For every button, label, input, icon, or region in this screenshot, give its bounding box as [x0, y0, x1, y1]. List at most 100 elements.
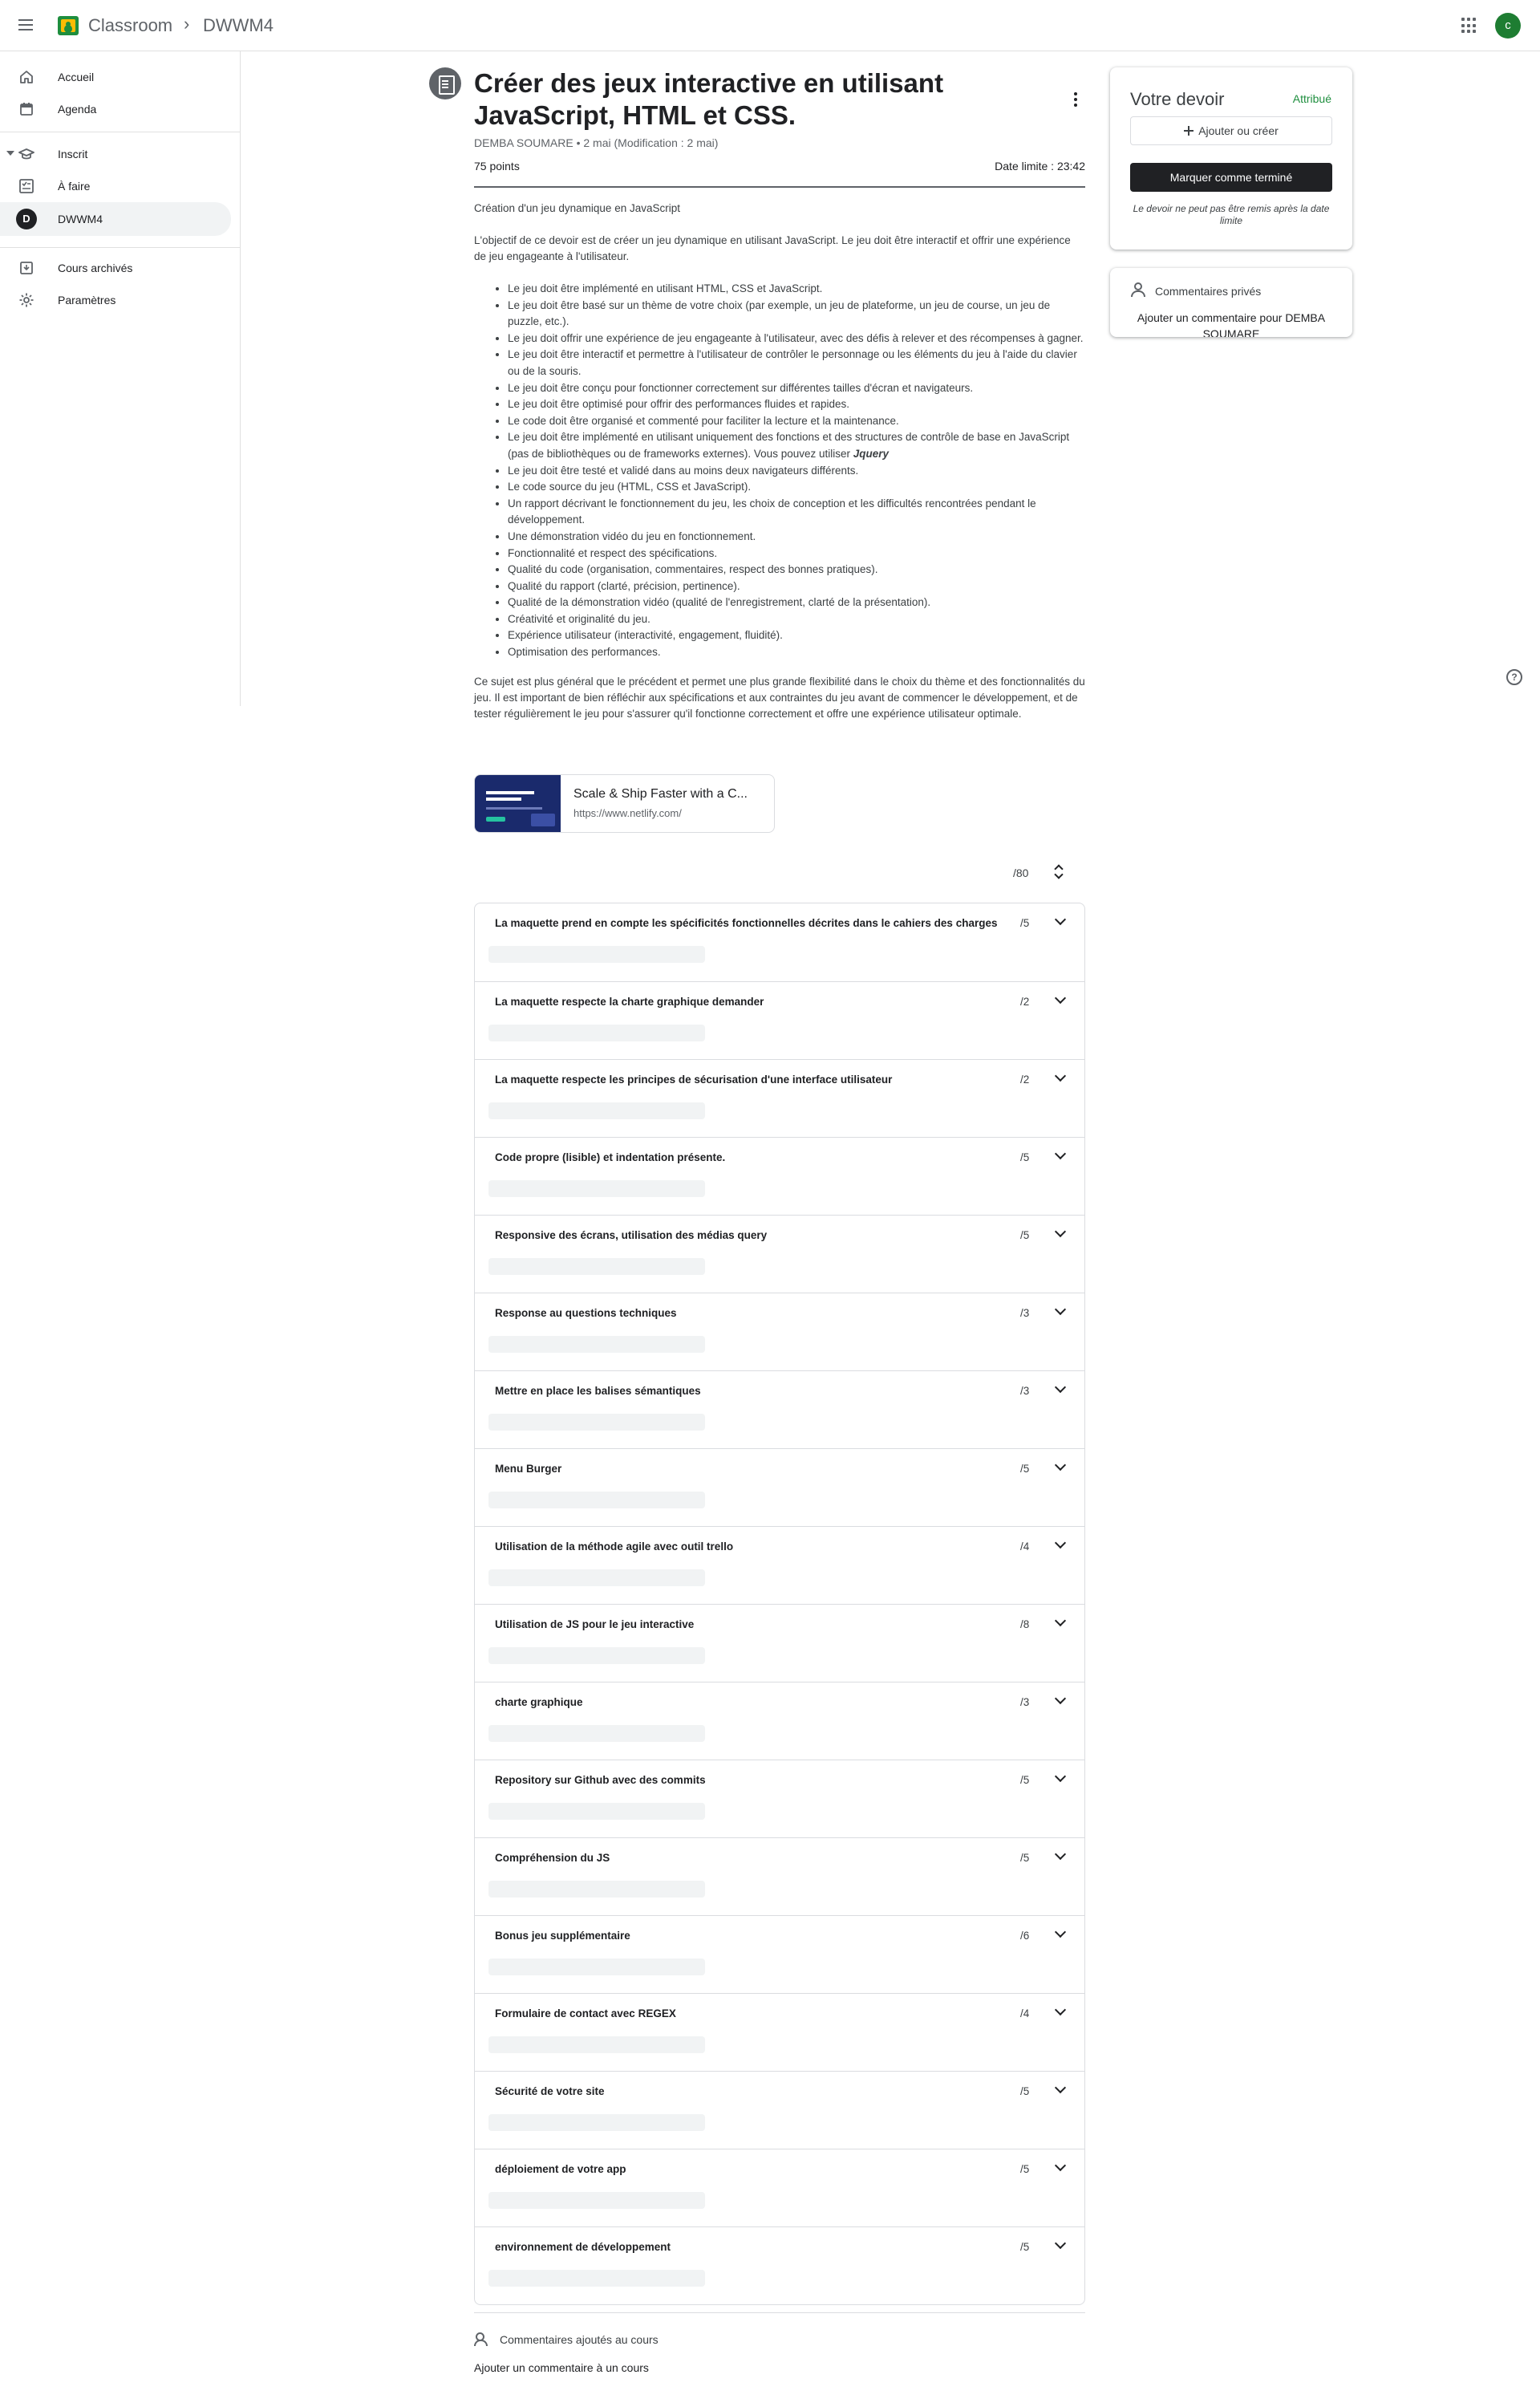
criterion-score: /5 — [1020, 2163, 1030, 2175]
rubric-criterion[interactable]: charte graphique/3 — [475, 1682, 1084, 1760]
criterion-label: Compréhension du JS — [495, 1852, 610, 1864]
more-options-icon[interactable] — [1069, 90, 1082, 109]
list-item: Le jeu doit être conçu pour fonctionner … — [508, 380, 1085, 397]
rubric-criterion[interactable]: Utilisation de JS pour le jeu interactiv… — [475, 1604, 1084, 1682]
help-icon[interactable]: ? — [1506, 669, 1522, 685]
chevron-down-icon[interactable] — [1055, 1228, 1064, 1237]
rubric-criterion[interactable]: Bonus jeu supplémentaire/6 — [475, 1915, 1084, 1993]
sidebar-item-todo[interactable]: À faire — [0, 170, 231, 202]
chevron-down-icon[interactable] — [1055, 1617, 1064, 1626]
criterion-placeholder — [488, 1725, 705, 1742]
criterion-label: Responsive des écrans, utilisation des m… — [495, 1229, 768, 1241]
description-conclusion: Ce sujet est plus général que le précéde… — [474, 675, 1085, 720]
sidebar-item-label: Accueil — [58, 71, 95, 83]
late-submission-note: Le devoir ne peut pas être remis après l… — [1133, 203, 1330, 226]
app-title[interactable]: Classroom — [88, 15, 172, 36]
add-private-comment-link[interactable]: Ajouter un commentaire pour DEMBA SOUMAR… — [1130, 310, 1332, 337]
your-work-title: Votre devoir — [1130, 89, 1225, 109]
criterion-placeholder — [488, 2192, 705, 2209]
chevron-down-icon[interactable] — [1055, 1461, 1064, 1471]
rubric-criterion[interactable]: Mettre en place les balises sémantiques /… — [475, 1370, 1084, 1448]
add-class-comment-link[interactable]: Ajouter un commentaire à un cours — [474, 2361, 649, 2374]
rubric-criterion[interactable]: La maquette prend en compte les spécific… — [475, 903, 1084, 981]
rubric-criterion[interactable]: Utilisation de la méthode agile avec out… — [475, 1526, 1084, 1604]
list-item: Qualité de la démonstration vidéo (quali… — [508, 595, 1085, 611]
criterion-score: /4 — [1020, 1540, 1030, 1553]
rubric-criterion[interactable]: Code propre (lisible) et indentation pré… — [475, 1137, 1084, 1215]
list-item: Expérience utilisateur (interactivité, e… — [508, 627, 1085, 644]
sidebar-item-calendar[interactable]: Agenda — [0, 93, 231, 125]
mark-as-done-button[interactable]: Marquer comme terminé — [1130, 163, 1332, 192]
chevron-down-icon[interactable] — [1055, 1695, 1064, 1704]
rubric-criterion[interactable]: déploiement de votre app/5 — [475, 2149, 1084, 2226]
account-avatar[interactable]: c — [1495, 13, 1521, 39]
chevron-down-icon[interactable] — [1055, 1928, 1064, 1938]
chevron-down-icon[interactable] — [1055, 2084, 1064, 2093]
criterion-score: /5 — [1020, 2085, 1030, 2097]
sidebar-item-home[interactable]: Accueil — [0, 61, 231, 93]
criterion-label: Sécurité de votre site — [495, 2085, 605, 2097]
chevron-down-icon[interactable] — [1055, 994, 1064, 1004]
main-menu-icon[interactable] — [16, 16, 35, 35]
sort-icon[interactable] — [1055, 865, 1064, 879]
chevron-down-icon[interactable] — [1055, 2161, 1064, 2171]
criterion-placeholder — [488, 2036, 705, 2053]
criterion-label: Mettre en place les balises sémantiques — [495, 1385, 701, 1397]
criterion-label: La maquette respecte les principes de sé… — [495, 1074, 893, 1086]
chevron-down-icon[interactable] — [1055, 1772, 1064, 1782]
criterion-label: Utilisation de la méthode agile avec out… — [495, 1540, 734, 1553]
criterion-placeholder — [488, 2114, 705, 2131]
chevron-down-icon[interactable] — [1055, 1850, 1064, 1860]
criterion-score: /5 — [1020, 1852, 1030, 1864]
chevron-down-icon[interactable] — [1055, 1072, 1064, 1082]
rubric-criterion[interactable]: Formulaire de contact avec REGEX/4 — [475, 1993, 1084, 2071]
criterion-label: Menu Burger — [495, 1463, 562, 1475]
sidebar-item-dwwm4[interactable]: D DWWM4 — [0, 202, 231, 236]
chevron-down-icon[interactable] — [1055, 2239, 1064, 2249]
criterion-label: Repository sur Github avec des commits — [495, 1774, 706, 1786]
rubric-criterion[interactable]: environnement de développement/5 — [475, 2226, 1084, 2304]
rubric-criterion[interactable]: Sécurité de votre site/5 — [475, 2071, 1084, 2149]
rubric-criterion[interactable]: Compréhension du JS/5 — [475, 1837, 1084, 1915]
google-apps-icon[interactable] — [1461, 18, 1477, 34]
criterion-placeholder — [488, 1647, 705, 1664]
criterion-score: /3 — [1020, 1307, 1030, 1319]
rubric-criterion[interactable]: Menu Burger/5 — [475, 1448, 1084, 1526]
rubric-criterion[interactable]: La maquette respecte la charte graphique… — [475, 981, 1084, 1059]
rubric-criterion[interactable]: Responsive des écrans, utilisation des m… — [475, 1215, 1084, 1293]
rubric-criterion[interactable]: Response au questions techniques/3 — [475, 1293, 1084, 1370]
criterion-score: /8 — [1020, 1618, 1030, 1630]
status-badge: Attribué — [1292, 92, 1331, 105]
chevron-down-icon[interactable] — [1055, 1150, 1064, 1159]
chevron-down-icon[interactable] — [1055, 1539, 1064, 1549]
sidebar-item-label: À faire — [58, 180, 91, 193]
criterion-score: /2 — [1020, 1074, 1030, 1086]
chevron-down-icon[interactable] — [1055, 1383, 1064, 1393]
criterion-label: déploiement de votre app — [495, 2163, 626, 2175]
assignment-icon — [429, 67, 461, 99]
sidebar-item-label: Inscrit — [58, 148, 88, 160]
criterion-score: /5 — [1020, 2241, 1030, 2253]
criterion-label: Bonus jeu supplémentaire — [495, 1930, 630, 1942]
comments-divider — [474, 2312, 1085, 2313]
classroom-logo-icon[interactable] — [58, 16, 79, 35]
sidebar-item-enrolled[interactable]: Inscrit — [0, 138, 231, 170]
list-item: Le code doit être organisé et commenté p… — [508, 413, 1085, 430]
caret-down-icon[interactable] — [6, 151, 14, 156]
chevron-down-icon[interactable] — [1055, 2006, 1064, 2015]
add-or-create-button[interactable]: Ajouter ou créer — [1130, 116, 1332, 145]
criterion-placeholder — [488, 1414, 705, 1431]
chevron-down-icon[interactable] — [1055, 1305, 1064, 1315]
attachment-link-card[interactable]: Scale & Ship Faster with a C... https://… — [474, 774, 775, 833]
chevron-down-icon[interactable] — [1055, 915, 1064, 925]
calendar-icon — [20, 103, 33, 116]
class-avatar: D — [16, 209, 37, 229]
rubric-criterion[interactable]: Repository sur Github avec des commits/5 — [475, 1760, 1084, 1837]
sidebar-item-label: Paramètres — [58, 294, 116, 306]
breadcrumb-class[interactable]: DWWM4 — [203, 15, 274, 36]
sidebar-item-settings[interactable]: Paramètres — [0, 284, 231, 316]
list-item: Le jeu doit être interactif et permettre… — [508, 347, 1085, 380]
rubric-criterion[interactable]: La maquette respecte les principes de sé… — [475, 1059, 1084, 1137]
sidebar-item-archived[interactable]: Cours archivés — [0, 252, 231, 284]
attachment-thumbnail — [475, 775, 561, 832]
